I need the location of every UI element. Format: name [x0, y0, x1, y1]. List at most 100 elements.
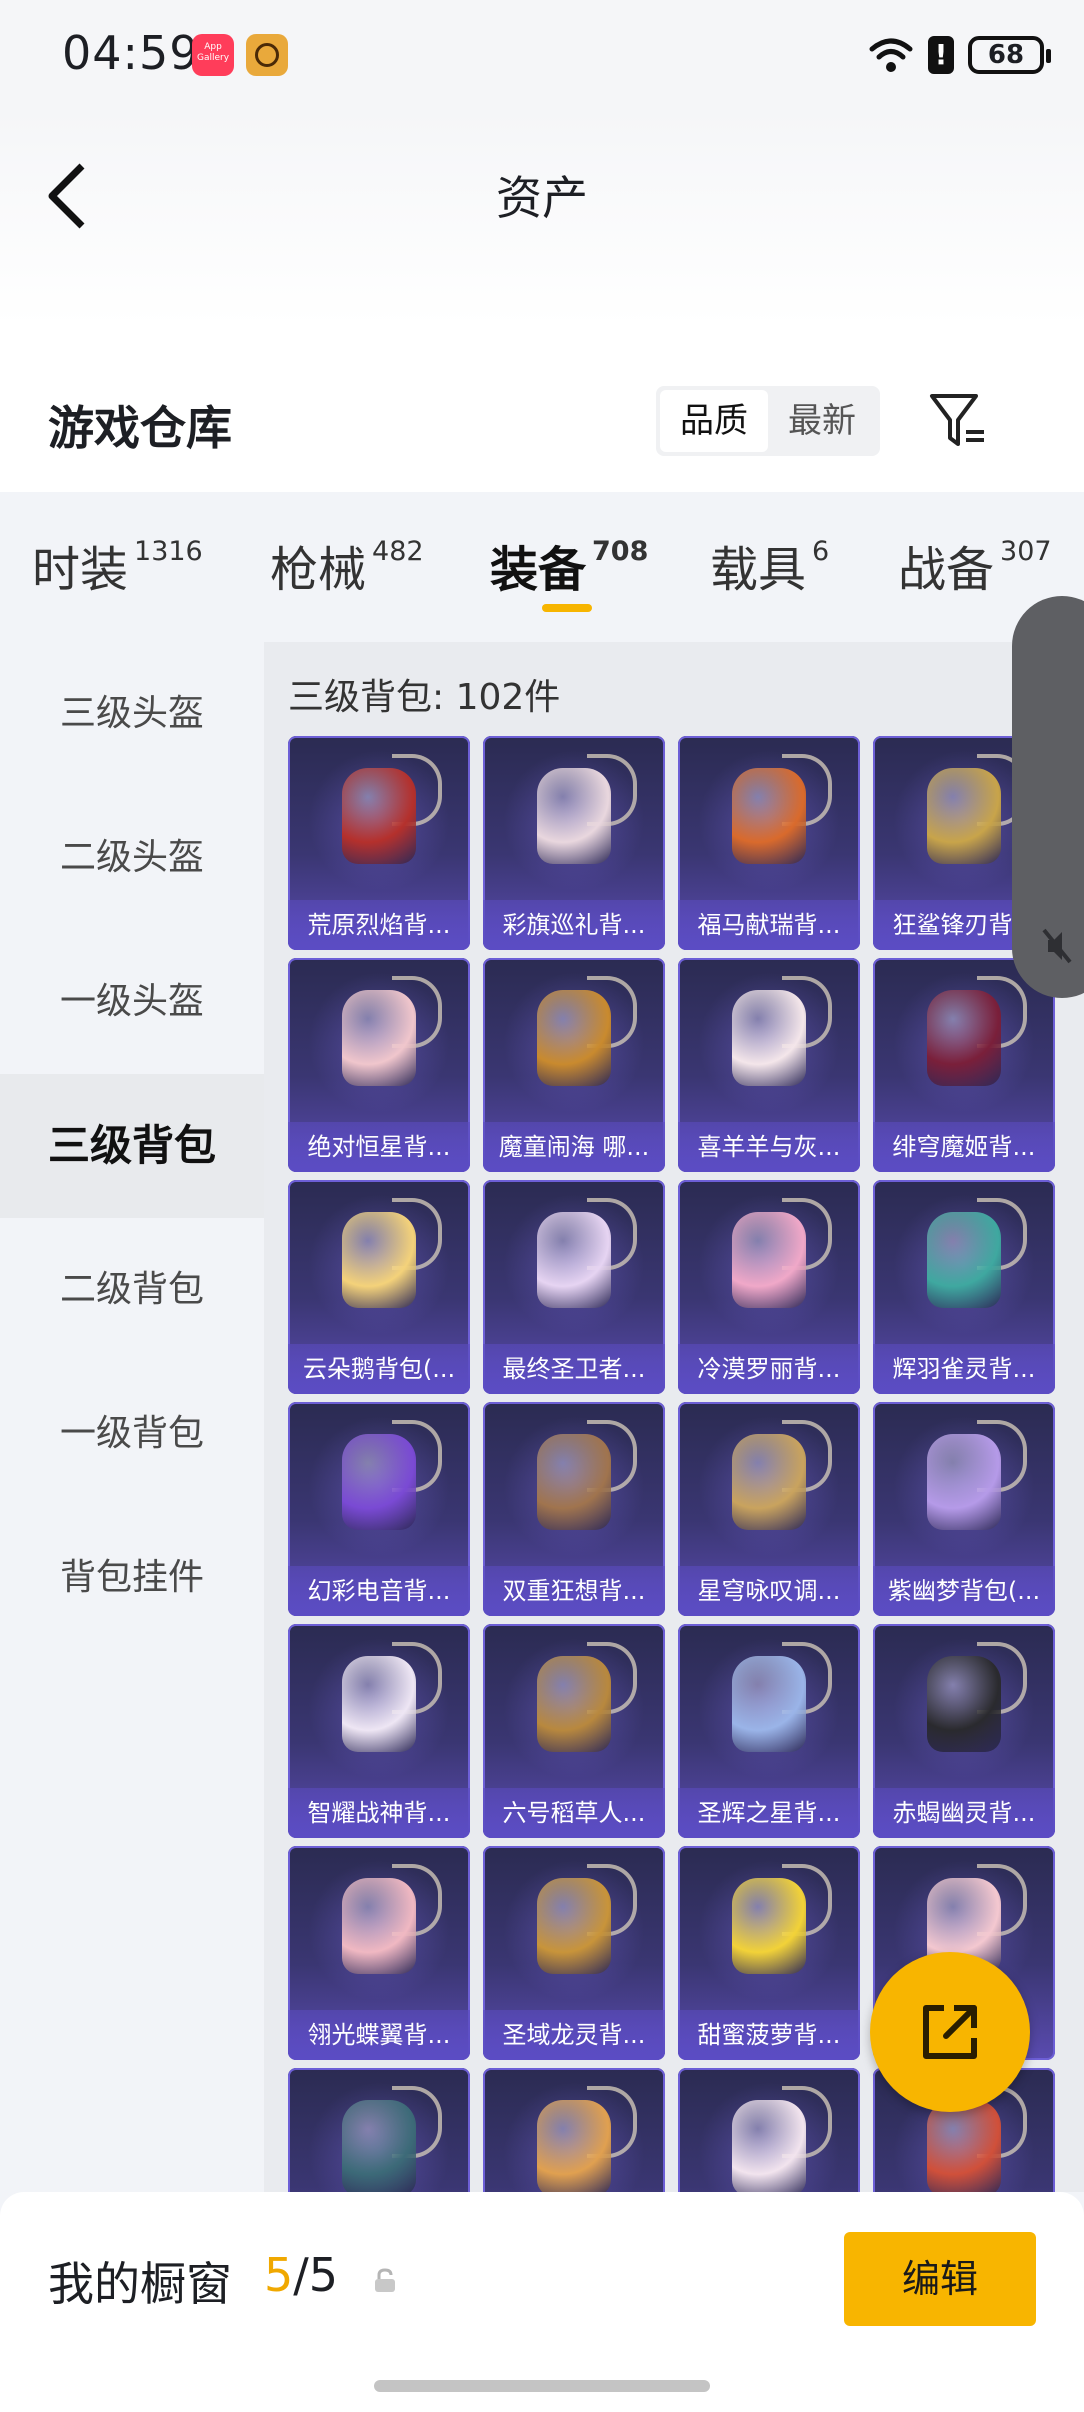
nav-item-level3-helmet[interactable]: 三级头盔 [0, 642, 264, 786]
item-card[interactable]: 双重狂想背... [483, 1402, 665, 1616]
sort-latest-button[interactable]: 最新 [768, 390, 876, 452]
item-card[interactable]: 智耀战神背... [288, 1624, 470, 1838]
item-name: 荒原烈焰背... [288, 900, 470, 950]
home-indicator[interactable] [374, 2380, 710, 2392]
backpack-image [732, 768, 806, 864]
item-card[interactable]: 彩旗巡礼背... [483, 736, 665, 950]
item-card[interactable]: 紫幽梦背包(... [873, 1402, 1055, 1616]
wifi-icon [869, 38, 913, 72]
lock-icon [375, 2268, 395, 2292]
item-card[interactable]: 圣域龙灵背... [483, 1846, 665, 2060]
backpack-image [732, 2100, 806, 2192]
item-name: 星穹咏叹调... [678, 1566, 860, 1616]
item-card[interactable]: 六号稻草人... [483, 1624, 665, 1838]
category-tabs: 时装 1316 枪械 482 装备 708 载具 6 战备 307 [0, 492, 1084, 642]
item-card[interactable]: 喜羊羊与灰... [678, 958, 860, 1172]
item-card[interactable]: 辉羽雀灵背... [873, 1180, 1055, 1394]
backpack-image [537, 2100, 611, 2192]
item-card[interactable]: 最终圣卫者... [483, 1180, 665, 1394]
item-card[interactable]: 绝对恒星背... [288, 958, 470, 1172]
tab-equipment[interactable]: 装备 708 [490, 530, 648, 600]
sub-category-nav: 三级头盔 二级头盔 一级头盔 三级背包 二级背包 一级背包 背包挂件 [0, 642, 264, 2192]
item-name: 绯穹魔姬背... [873, 1122, 1055, 1172]
item-card[interactable] [678, 2068, 860, 2192]
item-card[interactable]: 云朵鹅背包(... [288, 1180, 470, 1394]
item-name: 圣辉之星背... [678, 1788, 860, 1838]
backpack-image [732, 990, 806, 1086]
item-name: 赤蝎幽灵背... [873, 1788, 1055, 1838]
item-card[interactable]: 冷漠罗丽背... [678, 1180, 860, 1394]
backpack-image [342, 990, 416, 1086]
backpack-image [537, 768, 611, 864]
item-card[interactable]: 甜蜜菠萝背... [678, 1846, 860, 2060]
backpack-image [537, 1434, 611, 1530]
tab-fashion[interactable]: 时装 1316 [32, 530, 203, 600]
page-title: 资产 [496, 171, 588, 225]
edit-button[interactable]: 编辑 [844, 2232, 1036, 2326]
item-card[interactable]: 魔童闹海 哪... [483, 958, 665, 1172]
nav-item-level2-helmet[interactable]: 二级头盔 [0, 786, 264, 930]
item-name: 甜蜜菠萝背... [678, 2010, 860, 2060]
warehouse-header: 游戏仓库 品质 最新 [0, 326, 1084, 492]
item-card[interactable]: 绯穹魔姬背... [873, 958, 1055, 1172]
item-name: 六号稻草人... [483, 1788, 665, 1838]
battery-indicator: 68 [968, 36, 1051, 74]
item-name: 辉羽雀灵背... [873, 1344, 1055, 1394]
item-name: 幻彩电音背... [288, 1566, 470, 1616]
backpack-image [342, 1656, 416, 1752]
backpack-image [342, 1878, 416, 1974]
sort-quality-button[interactable]: 品质 [660, 390, 768, 452]
item-name: 彩旗巡礼背... [483, 900, 665, 950]
backpack-image [537, 1656, 611, 1752]
backpack-image [732, 1656, 806, 1752]
mute-icon[interactable] [1040, 926, 1074, 966]
item-name: 福马献瑞背... [678, 900, 860, 950]
warehouse-title: 游戏仓库 [48, 401, 232, 455]
nav-item-level3-backpack[interactable]: 三级背包 [0, 1074, 264, 1218]
item-card[interactable] [288, 2068, 470, 2192]
backpack-image [732, 1212, 806, 1308]
item-card[interactable] [483, 2068, 665, 2192]
showcase-count: 5/5 [264, 2248, 339, 2302]
backpack-image [927, 1212, 1001, 1308]
nav-item-backpack-charms[interactable]: 背包挂件 [0, 1506, 264, 1650]
nav-item-level1-helmet[interactable]: 一级头盔 [0, 930, 264, 1074]
item-card[interactable]: 翎光蝶翼背... [288, 1846, 470, 2060]
showcase-label: 我的橱窗 [48, 2257, 232, 2311]
backpack-image [342, 1434, 416, 1530]
backpack-image [732, 1878, 806, 1974]
backpack-image [537, 990, 611, 1086]
item-name: 魔童闹海 哪... [483, 1122, 665, 1172]
item-card[interactable]: 荒原烈焰背... [288, 736, 470, 950]
item-name: 智耀战神背... [288, 1788, 470, 1838]
share-icon [923, 2005, 977, 2059]
backpack-image [342, 1212, 416, 1308]
section-title: 三级背包: 102件 [288, 677, 561, 718]
showcase-bar: 我的橱窗 5/5 编辑 [0, 2192, 1084, 2412]
filter-icon[interactable] [926, 388, 990, 452]
item-card[interactable]: 福马献瑞背... [678, 736, 860, 950]
nav-item-level2-backpack[interactable]: 二级背包 [0, 1218, 264, 1362]
tab-firearms[interactable]: 枪械 482 [270, 530, 424, 600]
item-card[interactable]: 圣辉之星背... [678, 1624, 860, 1838]
backpack-image [927, 768, 1001, 864]
backpack-image [927, 990, 1001, 1086]
app-gallery-icon: App Gallery [192, 34, 234, 76]
backpack-image [537, 1878, 611, 1974]
item-card[interactable]: 幻彩电音背... [288, 1402, 470, 1616]
item-card[interactable]: 赤蝎幽灵背... [873, 1624, 1055, 1838]
share-button[interactable] [870, 1952, 1030, 2112]
backpack-image [732, 1434, 806, 1530]
item-name: 最终圣卫者... [483, 1344, 665, 1394]
backpack-image [927, 1656, 1001, 1752]
tab-vehicles[interactable]: 载具 6 [710, 530, 829, 600]
tab-combat-supplies[interactable]: 战备 307 [898, 530, 1052, 600]
item-name: 云朵鹅背包(... [288, 1344, 470, 1394]
item-card[interactable]: 星穹咏叹调... [678, 1402, 860, 1616]
header: 资产 [0, 112, 1084, 326]
item-name: 圣域龙灵背... [483, 2010, 665, 2060]
item-name: 双重狂想背... [483, 1566, 665, 1616]
nav-item-level1-backpack[interactable]: 一级背包 [0, 1362, 264, 1506]
backpack-image [927, 1434, 1001, 1530]
item-name: 喜羊羊与灰... [678, 1122, 860, 1172]
